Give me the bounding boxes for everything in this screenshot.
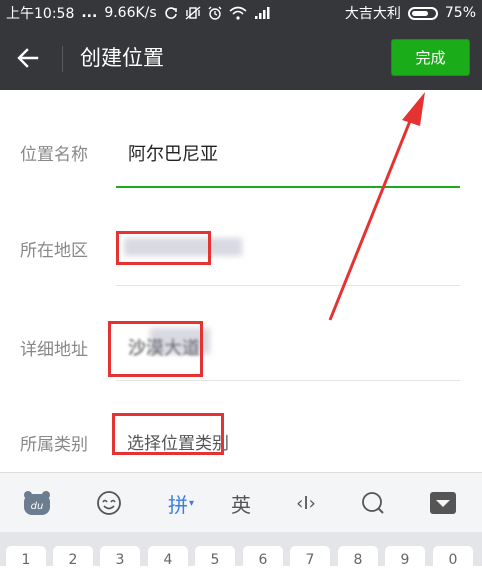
- address-label: 详细地址: [20, 340, 88, 360]
- title-bar: 创建位置 完成: [0, 26, 482, 90]
- key-4[interactable]: 4: [148, 546, 188, 582]
- signal-icon: [254, 6, 272, 20]
- network-speed: 9.66K/s: [104, 5, 157, 21]
- notification-dots: ...: [81, 5, 98, 21]
- region-underline: [116, 285, 460, 286]
- clock: 上午10:58: [6, 6, 75, 22]
- address-underline: [116, 380, 460, 381]
- battery-icon: [407, 6, 438, 20]
- key-9[interactable]: 9: [385, 546, 425, 582]
- alarm-icon: [208, 6, 222, 20]
- page-title: 创建位置: [80, 46, 164, 70]
- vibrate-off-icon: [185, 6, 201, 20]
- location-name-label: 位置名称: [20, 145, 88, 165]
- address-highlight-box: [108, 321, 203, 377]
- smiley-icon: [97, 491, 121, 515]
- arrow-left-icon: [17, 48, 39, 68]
- location-name-input[interactable]: 阿尔巴尼亚: [128, 140, 218, 166]
- key-5[interactable]: 5: [195, 546, 235, 582]
- location-name-underline: [116, 186, 460, 188]
- dropdown-icon: ▾: [188, 497, 195, 509]
- keyboard-number-row: 1 2 3 4 5 6 7 8 9 0: [0, 532, 482, 582]
- pinyin-label: 拼: [167, 492, 188, 517]
- key-7[interactable]: 7: [290, 546, 330, 582]
- pinyin-button[interactable]: 拼 ▾: [160, 487, 202, 519]
- search-icon: [362, 492, 384, 514]
- search-button[interactable]: [356, 487, 390, 519]
- back-button[interactable]: [10, 40, 46, 76]
- svg-text:du: du: [31, 501, 44, 512]
- key-2[interactable]: 2: [53, 546, 93, 582]
- cursor-move-button[interactable]: ‹I›: [286, 487, 326, 519]
- cursor-icon: ‹I›: [296, 492, 316, 514]
- wifi-icon: [229, 6, 247, 20]
- status-bar: 上午10:58 ... 9.66K/s 大吉大利 75%: [0, 0, 482, 26]
- hide-keyboard-icon: [430, 492, 456, 514]
- battery-percent: 75%: [444, 5, 476, 21]
- key-8[interactable]: 8: [338, 546, 378, 582]
- hide-keyboard-button[interactable]: [426, 487, 460, 519]
- du-logo-icon: du: [24, 491, 50, 515]
- region-label: 所在地区: [20, 241, 88, 261]
- title-divider: [62, 46, 63, 72]
- key-6[interactable]: 6: [243, 546, 283, 582]
- key-0[interactable]: 0: [433, 546, 473, 582]
- english-label: 英: [231, 492, 251, 517]
- carrier-name: 大吉大利: [344, 6, 401, 22]
- english-button[interactable]: 英: [224, 487, 258, 519]
- region-highlight-box: [116, 231, 211, 265]
- category-label: 所属类别: [20, 435, 88, 455]
- category-highlight-box: [112, 413, 224, 455]
- keyboard-toolbar: du 拼 ▾ 英 ‹I›: [0, 472, 482, 532]
- keyboard-logo-button[interactable]: du: [20, 487, 54, 519]
- done-button[interactable]: 完成: [391, 39, 470, 76]
- sync-icon: [164, 6, 178, 20]
- key-3[interactable]: 3: [100, 546, 140, 582]
- emoji-button[interactable]: [92, 487, 126, 519]
- key-1[interactable]: 1: [6, 546, 46, 582]
